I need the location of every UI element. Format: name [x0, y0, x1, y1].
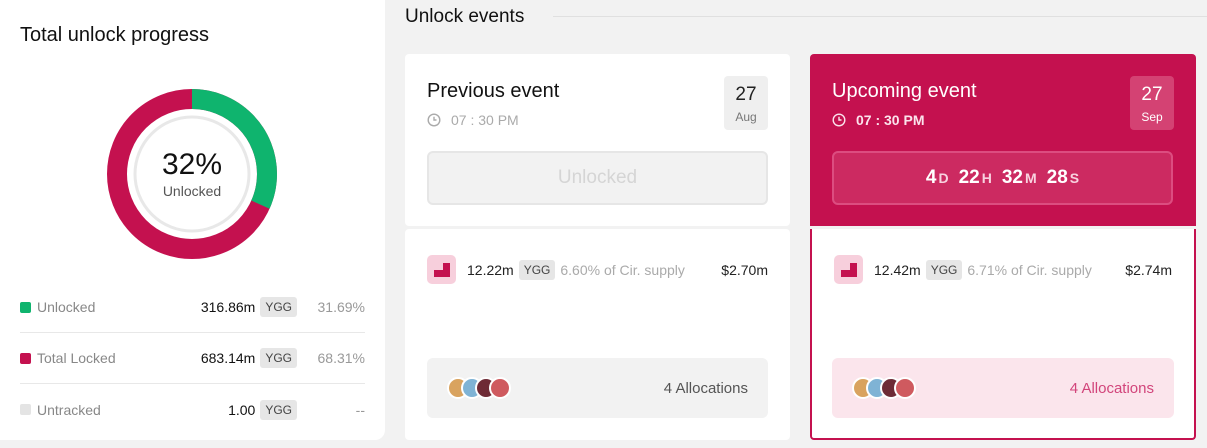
progress-title: Total unlock progress — [20, 24, 209, 46]
donut-percent: 32% — [161, 147, 223, 181]
allocations-count: 4 Allocations — [663, 379, 748, 397]
legend-name: Untracked — [37, 401, 101, 418]
supply-percent: 6.60% of Cir. supply — [560, 261, 685, 278]
avatar — [489, 377, 511, 399]
countdown-value: 22 — [958, 167, 980, 188]
legend-row-unlocked: Unlocked 316.86m YGG 31.69% — [20, 282, 365, 333]
countdown-value: 32 — [1001, 167, 1023, 188]
ticker-badge: YGG — [260, 348, 297, 368]
allocations-button[interactable]: 4 Allocations — [427, 358, 768, 418]
donut-center: 32% Unlocked — [106, 88, 278, 260]
unlock-amount-line: 12.42m YGG 6.71% of Cir. supply $2.74m — [834, 255, 1172, 284]
countdown-value: 4 — [925, 167, 937, 188]
legend-swatch-untracked — [20, 404, 31, 415]
countdown-days: 4D — [926, 167, 949, 189]
unlock-usd-value: $2.70m — [721, 261, 768, 278]
legend-swatch-locked — [20, 352, 31, 364]
avatar — [894, 377, 916, 399]
clock-icon — [832, 113, 846, 127]
countdown-timer: 4D 22 H 32 M 28 S — [832, 151, 1173, 205]
upcoming-event-details: 12.42m YGG 6.71% of Cir. supply $2.74m 4… — [810, 229, 1196, 440]
countdown-minutes: 32 M — [1002, 167, 1037, 189]
countdown-unit: S — [1069, 170, 1080, 186]
previous-event-card[interactable]: Previous event 07 : 30 PM 27 Aug Unlocke… — [405, 54, 790, 226]
countdown-unit: D — [938, 170, 949, 186]
legend-amount: 316.86m — [200, 299, 256, 315]
event-time-text: 07 : 30 PM — [856, 112, 925, 128]
legend-percent: 31.69% — [317, 299, 365, 315]
countdown-unit: M — [1024, 170, 1037, 186]
date-day: 27 — [735, 84, 757, 105]
legend-row-untracked: Untracked 1.00 YGG -- — [20, 384, 365, 435]
allocations-count: 4 Allocations — [1069, 379, 1154, 397]
unlocked-status-button[interactable]: Unlocked — [427, 151, 768, 205]
allocation-avatars — [852, 377, 1070, 399]
unlock-progress-card: Total unlock progress 32% Unlocked Unloc… — [0, 0, 385, 440]
date-day: 27 — [1141, 84, 1163, 105]
event-date-box: 27 Aug — [724, 76, 768, 130]
event-time: 07 : 30 PM — [427, 112, 519, 128]
unlock-amount-line: 12.22m YGG 6.60% of Cir. supply $2.70m — [427, 255, 768, 284]
unlock-amount: 12.42m — [874, 261, 921, 278]
ygg-token-icon — [834, 255, 863, 284]
legend-row-locked: Total Locked 683.14m YGG 68.31% — [20, 333, 365, 384]
legend-percent: 68.31% — [317, 350, 365, 366]
event-title: Upcoming event — [832, 80, 977, 102]
date-month: Aug — [735, 110, 757, 124]
supply-percent: 6.71% of Cir. supply — [967, 261, 1092, 278]
legend-name: Unlocked — [37, 299, 96, 315]
event-time: 07 : 30 PM — [832, 112, 924, 128]
header-divider — [553, 16, 1207, 17]
unlock-usd-value: $2.74m — [1125, 261, 1172, 278]
event-date-box: 27 Sep — [1130, 76, 1174, 130]
ticker-badge: YGG — [260, 297, 297, 317]
legend-swatch-unlocked — [20, 301, 31, 313]
unlock-amount: 12.22m — [467, 261, 514, 278]
legend-amount: 683.14m — [200, 350, 256, 366]
allocation-avatars — [447, 377, 664, 399]
countdown-hours: 22 H — [959, 167, 992, 189]
allocations-button[interactable]: 4 Allocations — [832, 358, 1174, 418]
ticker-badge: YGG — [260, 399, 297, 420]
events-header: Unlock events — [405, 6, 525, 27]
ticker-badge: YGG — [518, 259, 556, 280]
previous-event-details: 12.22m YGG 6.60% of Cir. supply $2.70m 4… — [405, 229, 790, 440]
progress-donut-chart: 32% Unlocked — [106, 88, 278, 260]
legend-name: Total Locked — [37, 350, 116, 366]
donut-label: Unlocked — [162, 182, 222, 199]
ygg-token-icon — [427, 255, 456, 284]
date-month: Sep — [1141, 110, 1163, 124]
upcoming-event-card[interactable]: Upcoming event 07 : 30 PM 27 Sep 4D 22 H … — [810, 54, 1196, 226]
event-title: Previous event — [427, 80, 560, 102]
legend-amount: 1.00 — [228, 401, 256, 418]
progress-legend: Unlocked 316.86m YGG 31.69% Total Locked… — [20, 282, 365, 435]
ticker-badge: YGG — [925, 259, 963, 280]
countdown-unit: H — [981, 170, 992, 186]
legend-percent: -- — [355, 401, 365, 418]
countdown-seconds: 28 S — [1047, 167, 1079, 189]
event-time-text: 07 : 30 PM — [451, 112, 519, 128]
clock-icon — [427, 113, 441, 127]
countdown-value: 28 — [1046, 167, 1068, 188]
